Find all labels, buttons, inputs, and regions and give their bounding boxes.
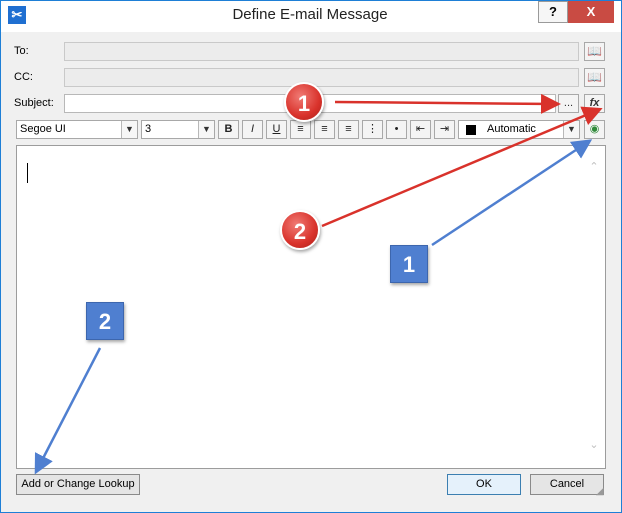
blue-callout-1: 1 (390, 245, 428, 283)
blue-arrow-1 (431, 139, 593, 247)
red-arrow-2 (321, 106, 603, 228)
red-arrow-1 (334, 93, 561, 114)
blue-callout-2: 2 (86, 302, 124, 340)
annotation-arrows (34, 93, 603, 475)
red-callout-2: 2 (280, 210, 320, 250)
blue-arrow-2 (34, 347, 102, 475)
red-callout-1: 1 (284, 82, 324, 122)
